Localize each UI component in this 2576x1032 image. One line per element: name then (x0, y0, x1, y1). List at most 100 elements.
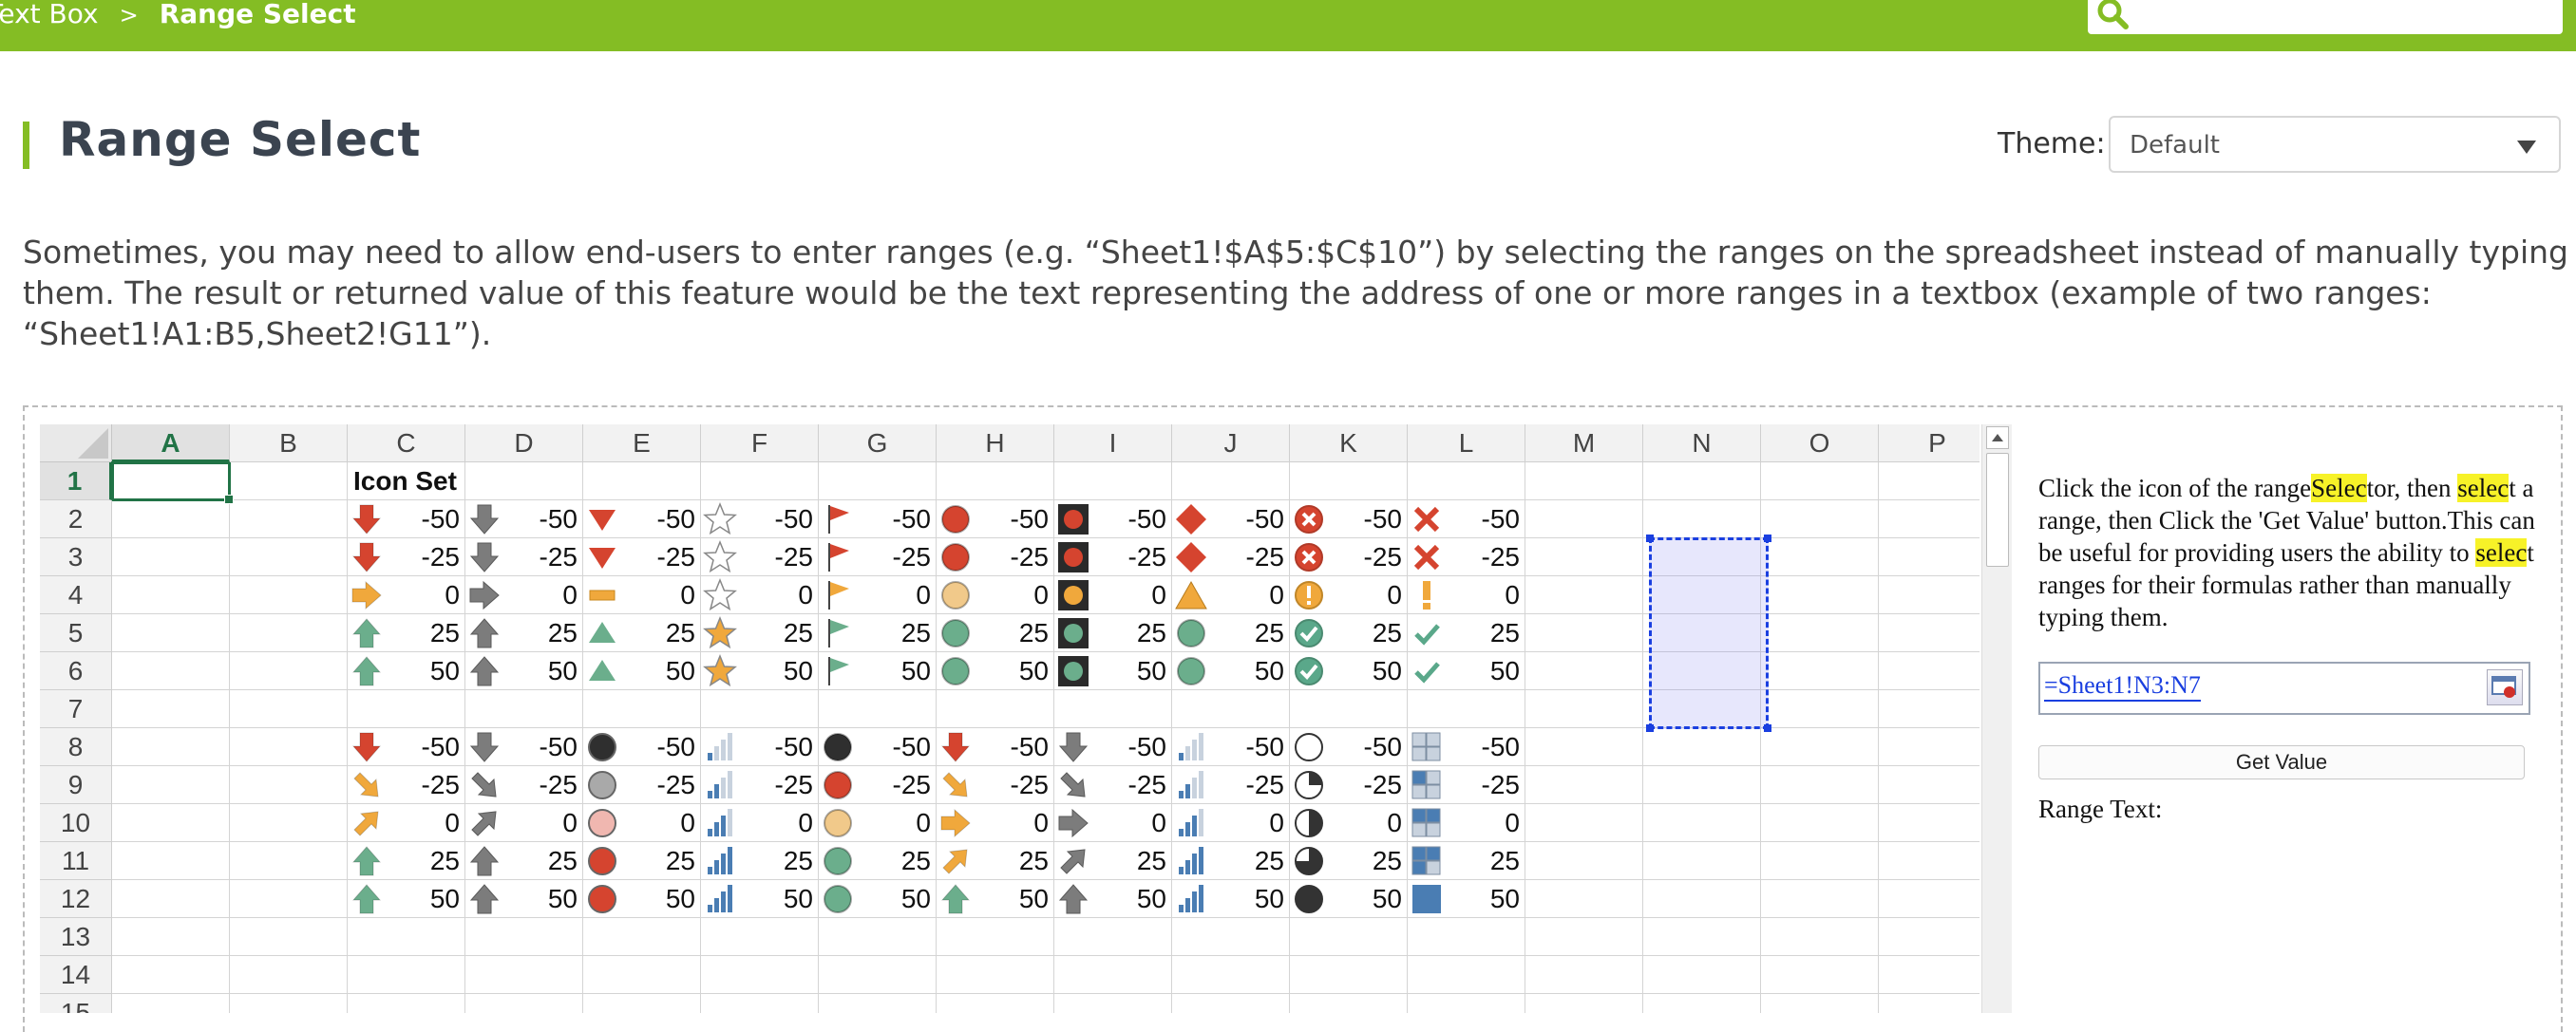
row-header-3[interactable]: 3 (40, 538, 112, 576)
cell-F2[interactable]: -50 (703, 500, 813, 538)
cell-C2[interactable]: -50 (350, 500, 460, 538)
cell-D10[interactable]: 0 (467, 804, 578, 842)
row-header-10[interactable]: 10 (40, 804, 112, 842)
cell-K12[interactable]: 50 (1292, 880, 1402, 918)
get-value-button[interactable]: Get Value (2038, 745, 2525, 779)
range-select-input[interactable]: =Sheet1!N3:N7 (2038, 662, 2530, 715)
cell-I10[interactable]: 0 (1056, 804, 1166, 842)
cell-F8[interactable]: -50 (703, 728, 813, 766)
cell-H3[interactable]: -25 (938, 538, 1049, 576)
cell-K4[interactable]: 0 (1292, 576, 1402, 614)
cell-D2[interactable]: -50 (467, 500, 578, 538)
cell-L4[interactable]: 0 (1410, 576, 1520, 614)
cell-E5[interactable]: 25 (585, 614, 695, 652)
row-header-1[interactable]: 1 (40, 462, 112, 500)
column-header-F[interactable]: F (701, 424, 819, 462)
cell-K6[interactable]: 50 (1292, 652, 1402, 690)
cell-G6[interactable]: 50 (821, 652, 931, 690)
cell-I3[interactable]: -25 (1056, 538, 1166, 576)
cell-K5[interactable]: 25 (1292, 614, 1402, 652)
row-header-9[interactable]: 9 (40, 766, 112, 804)
cell-D4[interactable]: 0 (467, 576, 578, 614)
cell-L12[interactable]: 50 (1410, 880, 1520, 918)
column-header-A[interactable]: A (112, 424, 230, 462)
cell-K10[interactable]: 0 (1292, 804, 1402, 842)
column-header-K[interactable]: K (1290, 424, 1408, 462)
cell-I4[interactable]: 0 (1056, 576, 1166, 614)
cell-C10[interactable]: 0 (350, 804, 460, 842)
cell-J12[interactable]: 50 (1174, 880, 1284, 918)
cell-I8[interactable]: -50 (1056, 728, 1166, 766)
cell-G4[interactable]: 0 (821, 576, 931, 614)
cell-H4[interactable]: 0 (938, 576, 1049, 614)
spreadsheet[interactable]: Icon Set A B C D E F G H I J K L M N O P 1 2 3 4 5 6 7 8 9 10 11 12… (40, 424, 1979, 1013)
row-header-15[interactable]: 15 (40, 994, 112, 1013)
cell-J5[interactable]: 25 (1174, 614, 1284, 652)
cell-I5[interactable]: 25 (1056, 614, 1166, 652)
cell-F6[interactable]: 50 (703, 652, 813, 690)
cell-L5[interactable]: 25 (1410, 614, 1520, 652)
cell-H12[interactable]: 50 (938, 880, 1049, 918)
row-header-4[interactable]: 4 (40, 576, 112, 614)
cell-L6[interactable]: 50 (1410, 652, 1520, 690)
cell-H10[interactable]: 0 (938, 804, 1049, 842)
column-header-C[interactable]: C (348, 424, 465, 462)
cell-L3[interactable]: -25 (1410, 538, 1520, 576)
column-header-D[interactable]: D (465, 424, 583, 462)
theme-select[interactable]: Default (2109, 116, 2561, 173)
cell-H11[interactable]: 25 (938, 842, 1049, 880)
cell-G5[interactable]: 25 (821, 614, 931, 652)
cell-C9[interactable]: -25 (350, 766, 460, 804)
row-header-14[interactable]: 14 (40, 956, 112, 994)
cell-K9[interactable]: -25 (1292, 766, 1402, 804)
row-header-5[interactable]: 5 (40, 614, 112, 652)
column-header-J[interactable]: J (1172, 424, 1290, 462)
cell-J3[interactable]: -25 (1174, 538, 1284, 576)
cell-F5[interactable]: 25 (703, 614, 813, 652)
cell-G3[interactable]: -25 (821, 538, 931, 576)
cell-K3[interactable]: -25 (1292, 538, 1402, 576)
row-header-7[interactable]: 7 (40, 690, 112, 728)
cell-K8[interactable]: -50 (1292, 728, 1402, 766)
cell-E10[interactable]: 0 (585, 804, 695, 842)
cell-F4[interactable]: 0 (703, 576, 813, 614)
cell-D3[interactable]: -25 (467, 538, 578, 576)
cell-F3[interactable]: -25 (703, 538, 813, 576)
column-header-L[interactable]: L (1408, 424, 1525, 462)
row-header-8[interactable]: 8 (40, 728, 112, 766)
cell-L9[interactable]: -25 (1410, 766, 1520, 804)
cell-C11[interactable]: 25 (350, 842, 460, 880)
cell-K2[interactable]: -50 (1292, 500, 1402, 538)
cell-E6[interactable]: 50 (585, 652, 695, 690)
cell-I6[interactable]: 50 (1056, 652, 1166, 690)
cell-E9[interactable]: -25 (585, 766, 695, 804)
cell-I12[interactable]: 50 (1056, 880, 1166, 918)
vertical-scrollbar[interactable] (1981, 424, 2012, 1013)
column-header-G[interactable]: G (819, 424, 937, 462)
cell-G11[interactable]: 25 (821, 842, 931, 880)
cell-C3[interactable]: -25 (350, 538, 460, 576)
cell-C6[interactable]: 50 (350, 652, 460, 690)
cell-J11[interactable]: 25 (1174, 842, 1284, 880)
row-header-13[interactable]: 13 (40, 918, 112, 956)
cell-F11[interactable]: 25 (703, 842, 813, 880)
cell-H2[interactable]: -50 (938, 500, 1049, 538)
cell-J4[interactable]: 0 (1174, 576, 1284, 614)
select-all-corner[interactable] (40, 424, 112, 462)
cell-D11[interactable]: 25 (467, 842, 578, 880)
row-header-2[interactable]: 2 (40, 500, 112, 538)
cell-L11[interactable]: 25 (1410, 842, 1520, 880)
column-header-M[interactable]: M (1525, 424, 1643, 462)
cell-I9[interactable]: -25 (1056, 766, 1166, 804)
cell-C12[interactable]: 50 (350, 880, 460, 918)
scroll-thumb[interactable] (1986, 453, 2009, 567)
row-header-11[interactable]: 11 (40, 842, 112, 880)
breadcrumb-parent[interactable]: Text Box (0, 0, 99, 29)
cell-I11[interactable]: 25 (1056, 842, 1166, 880)
column-header-I[interactable]: I (1054, 424, 1172, 462)
cell-E4[interactable]: 0 (585, 576, 695, 614)
cell-H9[interactable]: -25 (938, 766, 1049, 804)
cell-C1[interactable]: Icon Set (353, 466, 457, 497)
cell-D8[interactable]: -50 (467, 728, 578, 766)
cell-G2[interactable]: -50 (821, 500, 931, 538)
